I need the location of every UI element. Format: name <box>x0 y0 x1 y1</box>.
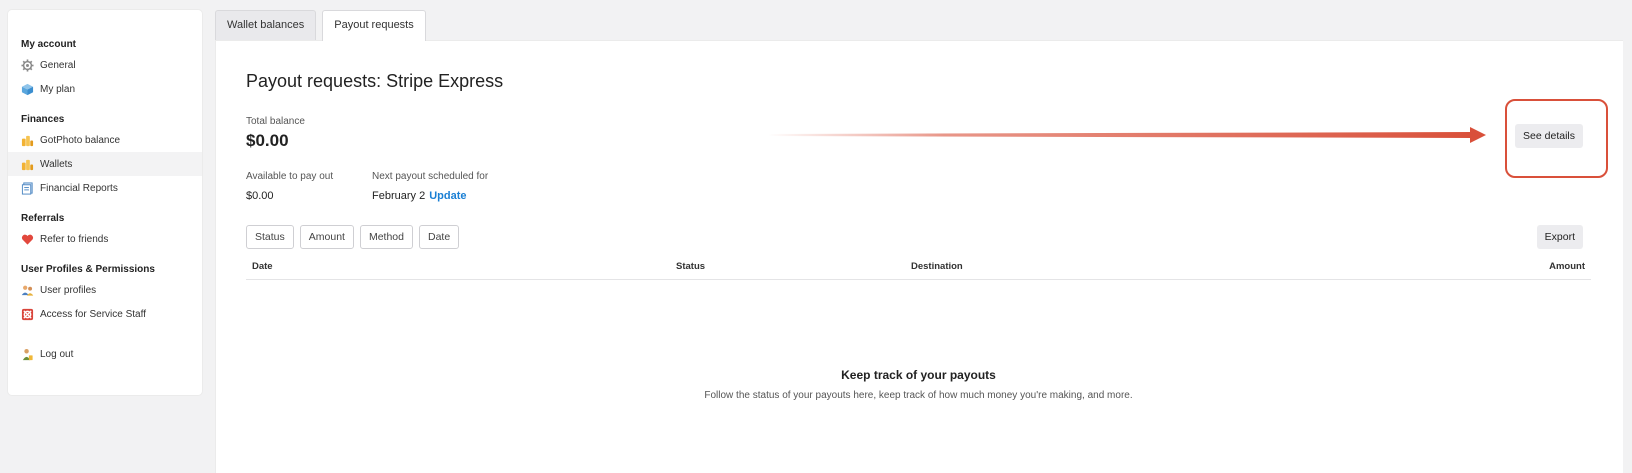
filter-date-button[interactable]: Date <box>419 225 460 249</box>
nav-heading: Finances <box>21 114 65 125</box>
available-value: $0.00 <box>246 190 274 202</box>
filter-status-button[interactable]: Status <box>246 225 294 249</box>
report-icon <box>21 181 34 195</box>
main-panel: Payout requests: Stripe Express Total ba… <box>215 40 1623 473</box>
lifebuoy-icon <box>21 308 34 321</box>
coins-icon <box>21 134 34 147</box>
next-payout-date: February 2 <box>372 190 426 202</box>
tab-payout-requests[interactable]: Payout requests <box>322 10 426 41</box>
sidebar-item-label: My plan <box>40 83 76 95</box>
sidebar-item-my-plan[interactable]: My plan <box>8 77 202 101</box>
page-title: Payout requests: Stripe Express <box>246 71 504 91</box>
column-header-destination[interactable]: Destination <box>911 261 963 272</box>
sidebar-item-user-profiles[interactable]: User profiles <box>8 278 202 302</box>
available-label: Available to pay out <box>246 171 334 182</box>
next-payout-row: February 2 Update <box>372 190 466 202</box>
nav-section-finances: Finances GotPhoto balance Wallets Financ… <box>8 112 202 200</box>
update-link[interactable]: Update <box>429 190 466 202</box>
nav-heading: My account <box>21 39 77 50</box>
column-header-status[interactable]: Status <box>676 261 705 272</box>
total-balance-label: Total balance <box>246 116 305 127</box>
sidebar-item-access-for-service-staff[interactable]: Access for Service Staff <box>8 302 202 326</box>
nav-heading: Referrals <box>21 213 65 224</box>
sidebar-item-label: General <box>40 59 76 71</box>
cube-icon <box>21 83 34 96</box>
filter-amount-button[interactable]: Amount <box>299 225 354 249</box>
table-header: Date Status Destination Amount <box>246 256 1591 280</box>
sidebar-item-label: Access for Service Staff <box>40 308 146 320</box>
next-payout-label: Next payout scheduled for <box>372 171 489 182</box>
sidebar-item-label: Financial Reports <box>40 182 118 194</box>
sidebar-item-label: User profiles <box>40 284 97 296</box>
nav-section-logout: Log out <box>8 342 202 366</box>
sidebar-item-financial-reports[interactable]: Financial Reports <box>8 176 202 200</box>
logout-user-icon <box>21 348 34 361</box>
sidebar-item-general[interactable]: General <box>8 53 202 77</box>
users-icon <box>21 284 34 297</box>
empty-state-subtitle: Follow the status of your payouts here, … <box>704 390 1133 401</box>
tab-bar: Wallet balances Payout requests <box>215 10 432 41</box>
sidebar-item-label: GotPhoto balance <box>40 134 121 146</box>
nav-heading: User Profiles & Permissions <box>21 264 155 275</box>
filter-bar: Status Amount Method Date <box>246 225 465 249</box>
heart-icon <box>21 233 34 246</box>
annotation-highlight-box <box>1505 99 1608 178</box>
sidebar: My account General My plan Finances GotP… <box>8 10 202 395</box>
gear-icon <box>21 58 34 72</box>
column-header-amount[interactable]: Amount <box>1549 261 1585 272</box>
nav-section-referrals: Referrals Refer to friends <box>8 211 202 251</box>
export-button[interactable]: Export <box>1536 225 1583 249</box>
empty-state-title: Keep track of your payouts <box>841 368 996 382</box>
column-header-date[interactable]: Date <box>252 261 273 272</box>
sidebar-item-wallets[interactable]: Wallets <box>8 152 202 176</box>
nav-section-my-account: My account General My plan <box>8 37 202 101</box>
tab-wallet-balances[interactable]: Wallet balances <box>215 10 317 40</box>
sidebar-item-gotphoto-balance[interactable]: GotPhoto balance <box>8 128 202 152</box>
logout-button[interactable]: Log out <box>8 342 202 366</box>
sidebar-item-label: Refer to friends <box>40 233 109 245</box>
sidebar-item-refer-to-friends[interactable]: Refer to friends <box>8 227 202 251</box>
sidebar-item-label: Wallets <box>40 158 73 170</box>
wallet-coins-icon <box>21 158 34 171</box>
total-balance-value: $0.00 <box>246 131 289 150</box>
nav-section-user-profiles: User Profiles & Permissions User profile… <box>8 262 202 326</box>
sidebar-item-label: Log out <box>40 348 74 360</box>
filter-method-button[interactable]: Method <box>359 225 413 249</box>
